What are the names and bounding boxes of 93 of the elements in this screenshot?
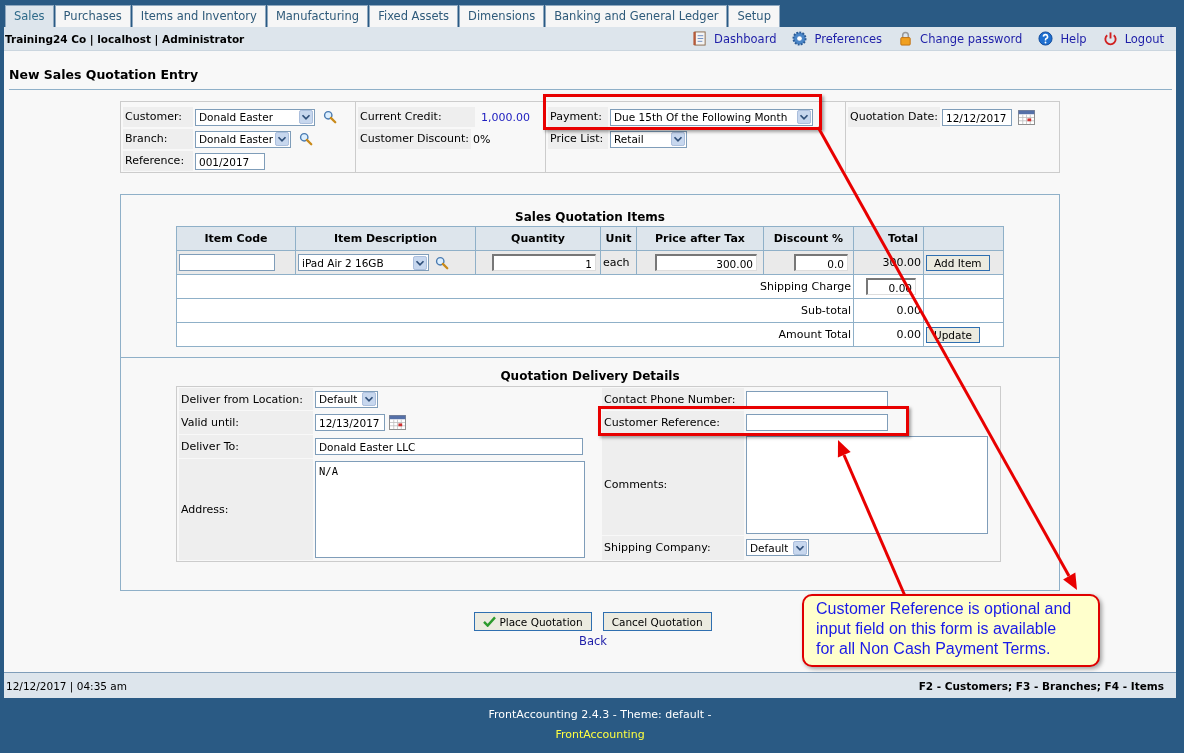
field-label: Branch: [123, 129, 193, 149]
help-icon [1038, 31, 1054, 46]
item-code-field[interactable] [179, 254, 275, 271]
column-header: Discount % [763, 226, 854, 251]
customer-reference-field[interactable] [746, 413, 888, 431]
location-select[interactable]: Default [315, 390, 378, 408]
column-header: Price after Tax [636, 226, 764, 251]
comments-field[interactable] [746, 435, 988, 534]
calendar-icon[interactable] [1018, 109, 1035, 125]
item-select[interactable]: iPad Air 2 16GB [298, 254, 429, 271]
header-link[interactable]: Dashboard [714, 31, 777, 46]
summary-label: Amount Total [778, 328, 851, 341]
caret-icon [671, 132, 685, 146]
padlock-icon [898, 31, 914, 46]
menu-tab[interactable]: Dimensions [459, 5, 545, 27]
summary-label: Sub-total [800, 304, 851, 317]
summary-label: Shipping Charge [760, 280, 851, 293]
summary-value: 0.00 [896, 328, 921, 341]
caret-icon [299, 110, 313, 124]
credit-value: 1,000.00 [481, 110, 530, 124]
shortcut-hint: F2 - Customers; F3 - Branches; F4 - Items [918, 679, 1164, 692]
valid-until-field[interactable]: 12/13/2017 [315, 414, 385, 431]
menu-tab[interactable]: Manufacturing [266, 5, 369, 27]
deliver-to-field[interactable]: Donald Easter LLC [315, 438, 583, 455]
header-link[interactable]: Preferences [814, 31, 883, 46]
header-link[interactable]: Help [1060, 31, 1087, 46]
search-icon[interactable] [435, 255, 449, 270]
reference-field[interactable]: 001/2017 [195, 152, 265, 170]
shipping-company-select[interactable]: Default [746, 539, 809, 557]
header-link[interactable]: Change password [920, 31, 1023, 46]
field-label: Valid until: [181, 416, 240, 429]
power-icon [1102, 31, 1118, 46]
update-button[interactable]: Update [926, 326, 981, 343]
field-label: Customer Reference: [604, 415, 721, 429]
price-field[interactable]: 300.00 [655, 254, 757, 271]
field-label: Customer Discount: [358, 129, 471, 149]
page-title: New Sales Quotation Entry [8, 66, 200, 84]
field-label: Address: [181, 503, 229, 516]
status-datetime: 12/12/2017 | 04:35 am [6, 679, 127, 692]
quantity-field[interactable]: 1 [492, 254, 596, 271]
settings-icon [792, 31, 808, 46]
discount-field[interactable]: 0.0 [794, 254, 848, 271]
caret-icon [362, 392, 376, 406]
menu-tab[interactable]: Purchases [54, 5, 131, 27]
search-icon[interactable] [299, 132, 313, 146]
column-header: Unit [600, 226, 637, 251]
section-title: Quotation Delivery Details [499, 368, 681, 385]
version-text: FrontAccounting 2.4.3 - Theme: default - [488, 708, 712, 721]
caret-icon [793, 540, 807, 555]
caret-icon [413, 255, 427, 270]
field-label: Contact Phone Number: [604, 392, 736, 406]
customer-select[interactable]: Donald Easter [195, 108, 315, 126]
cancel-quotation-button[interactable]: Cancel Quotation [602, 612, 712, 631]
notebook-icon [692, 31, 708, 46]
caret-icon [275, 132, 289, 146]
field-label: Current Credit: [358, 107, 475, 127]
section-title: Sales Quotation Items [514, 209, 666, 226]
field-label: Deliver from Location: [181, 392, 303, 406]
search-icon[interactable] [323, 110, 337, 124]
menu-tab[interactable]: Setup [728, 5, 780, 27]
add-item-button[interactable]: Add Item [926, 254, 990, 271]
date-field[interactable]: 12/12/2017 [942, 108, 1012, 126]
menu-tab[interactable]: Sales [5, 5, 54, 27]
menu-tab[interactable]: Fixed Assets [369, 5, 459, 27]
company-info: Training24 Co | localhost | Administrator [5, 32, 245, 45]
field-label: Comments: [604, 478, 668, 492]
calendar-icon[interactable] [389, 415, 406, 430]
price-list-select[interactable]: Retail [610, 130, 687, 148]
caret-icon [797, 110, 811, 124]
address-field[interactable]: N/A [315, 461, 585, 558]
callout-note: Customer Reference is optional and input field on this form is available for all Non Cash Payment Terms. [802, 594, 1100, 667]
menu-tab[interactable]: Banking and General Ledger [545, 5, 728, 27]
field-label: Reference: [123, 151, 193, 171]
column-header: Item Description [295, 226, 476, 251]
menu-tab[interactable]: Items and Inventory [131, 5, 266, 27]
column-header: Quantity [475, 226, 601, 251]
field-label: Payment: [548, 107, 608, 127]
column-header: Total [853, 226, 924, 251]
field-label: Quotation Date: [848, 107, 940, 127]
back-link[interactable]: Back [579, 634, 607, 648]
place-quotation-button[interactable]: Place Quotation [474, 612, 592, 631]
field-label: Shipping Company: [604, 541, 711, 555]
payment-select[interactable]: Due 15th Of the Following Month [610, 108, 813, 126]
field-label: Deliver To: [181, 440, 239, 453]
column-header: Item Code [176, 226, 296, 251]
branch-select[interactable]: Donald Easter [195, 130, 291, 148]
footer-link[interactable]: FrontAccounting [555, 728, 645, 741]
discount-value: 0% [472, 132, 491, 146]
checkmark-icon [483, 616, 497, 627]
header-link[interactable]: Logout [1124, 31, 1164, 46]
unit-text: each [603, 256, 630, 269]
field-label: Customer: [123, 107, 193, 127]
field-label: Price List: [548, 129, 608, 149]
